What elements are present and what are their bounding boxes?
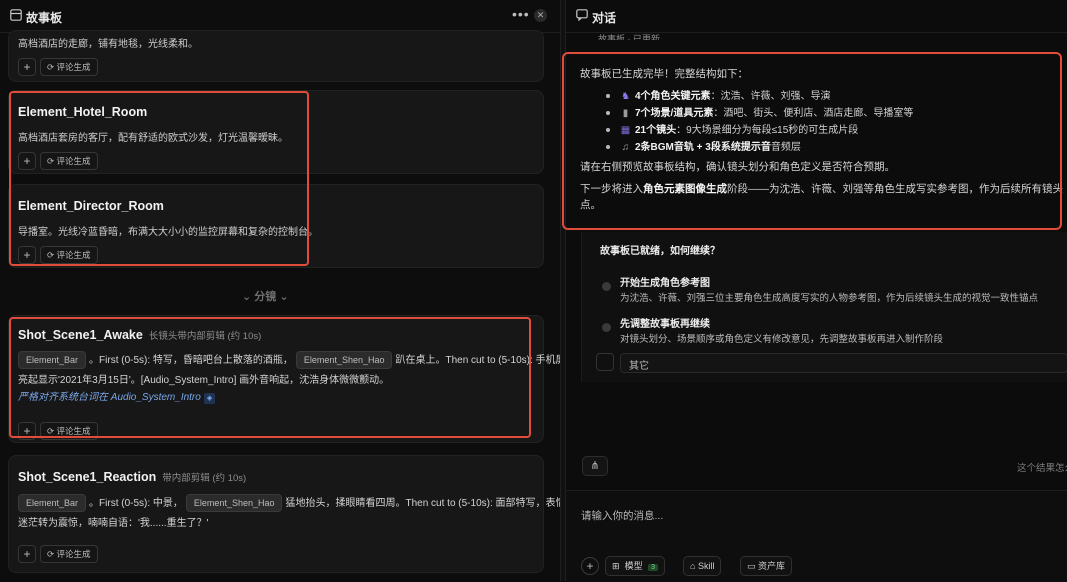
- model-badge: 3: [648, 564, 658, 571]
- element-chip[interactable]: Element_Bar: [18, 351, 87, 369]
- generate-button[interactable]: ⟳ 评论生成: [40, 545, 98, 563]
- shot-card-awake: Shot_Scene1_Awake 长镜头带内部剪辑 (约 10s) Elemen…: [8, 315, 576, 443]
- card-title: Element_Director_Room: [18, 199, 164, 213]
- music-icon: ♫: [621, 142, 630, 153]
- branch-icon[interactable]: ⋔: [582, 456, 608, 476]
- previous-message-fragment: 故事板 · 已更新: [598, 34, 660, 40]
- summary-bullet: ▦ 21个镜头：9大场景细分为每段≤15秒的可生成片段: [606, 121, 858, 136]
- assistant-message: 故事板已生成完毕！完整结构如下： ♞ 4个角色关键元素：沈浩、许薇、刘强、导演 ▮…: [564, 52, 1067, 230]
- element-chip[interactable]: Element_Shen_Hao: [295, 351, 393, 369]
- generate-button[interactable]: ⟳ 评论生成: [40, 422, 98, 440]
- folder-icon: ▭: [747, 561, 756, 571]
- add-attachment-icon[interactable]: +: [581, 557, 599, 575]
- add-icon[interactable]: +: [18, 246, 36, 264]
- shot-subtitle: 带内部剪辑 (约 10s): [162, 473, 247, 484]
- summary-bullet: ♞ 4个角色关键元素：沈浩、许薇、刘强、导演: [606, 87, 831, 102]
- shot-card-reaction: Shot_Scene1_Reaction 带内部剪辑 (约 10s) Elemen…: [8, 455, 576, 573]
- skill-button[interactable]: ⌂ Skill: [683, 556, 722, 576]
- option-generate-characters[interactable]: 开始生成角色参考图 为沈浩、许薇、刘强三位主要角色生成高度写实的人物参考图，作为…: [594, 270, 1067, 304]
- element-card-director-room: Element_Director_Room 导播室。光线冷蓝昏暗，布满大大小小的…: [8, 184, 544, 268]
- card-title: Element_Hotel_Room: [18, 105, 148, 119]
- add-icon[interactable]: +: [18, 545, 36, 563]
- element-card-hallway: 高档酒店的走廊，铺有地毯，光线柔和。 + ⟳ 评论生成: [8, 30, 544, 82]
- shot-description: Element_Bar 。First (0-5s): 中景， Element_She…: [18, 493, 576, 533]
- section-divider: ⌄ 分镜 ⌄: [242, 291, 289, 303]
- model-selector-button[interactable]: ⊞ 模型 3: [605, 556, 665, 576]
- add-icon[interactable]: +: [18, 422, 36, 440]
- other-option-input[interactable]: 其它: [620, 353, 1067, 373]
- shot-description: Element_Bar 。First (0-5s): 特写，昏暗吧台上散落的酒瓶，…: [18, 350, 576, 406]
- generate-button[interactable]: ⟳ 评论生成: [40, 152, 98, 170]
- message-input[interactable]: 请输入你的消息...: [581, 508, 663, 523]
- feedback-hint: 这个结果怎么: [1017, 463, 1067, 474]
- chat-title: 对话: [592, 11, 617, 25]
- element-card-hotel-room: Element_Hotel_Room 高档酒店套房的客厅，配有舒适的欧式沙发，灯…: [8, 90, 544, 174]
- option-radio-icon: [602, 323, 611, 332]
- message-composer: 请输入你的消息... + ⊞ 模型 3 ⌂ Skill ▭ 资产库: [566, 490, 1067, 582]
- skill-icon: ⌂: [690, 561, 696, 571]
- question-title: 故事板已就绪，如何继续？: [600, 246, 720, 257]
- followup-question-card: 故事板已就绪，如何继续？ 开始生成角色参考图 为沈浩、许薇、刘强三位主要角色生成…: [581, 232, 1067, 382]
- shot-title: Shot_Scene1_Reaction 带内部剪辑 (约 10s): [18, 470, 247, 484]
- shot-title: Shot_Scene1_Awake 长镜头带内部剪辑 (约 10s): [18, 328, 262, 342]
- summary-bullet: ▮ 7个场景/道具元素：酒吧、街头、便利店、酒店走廊、导播室等: [606, 104, 913, 119]
- close-icon[interactable]: ✕: [534, 9, 547, 22]
- message-intro: 故事板已生成完毕！完整结构如下：: [580, 68, 748, 80]
- option-radio-icon: [602, 282, 611, 291]
- person-icon: ♞: [621, 91, 630, 102]
- audio-badge-icon: ◈: [203, 393, 216, 404]
- sync-note: 严格对齐系统台词在 Audio_System_Intro ◈: [18, 390, 538, 406]
- other-checkbox[interactable]: [596, 353, 614, 371]
- option-adjust-storyboard[interactable]: 先调整故事板再继续 对镜头划分、场景顺序或角色定义有修改意见，先调整故事板再进入…: [594, 311, 1067, 345]
- generate-button[interactable]: ⟳ 评论生成: [40, 246, 98, 264]
- chat-icon: [576, 9, 588, 24]
- storyboard-header: 故事板 ••• ✕: [0, 0, 560, 33]
- message-paragraph: 请在右侧预览故事板结构，确认镜头划分和角色定义是否符合预期。: [580, 161, 895, 173]
- shot-subtitle: 长镜头带内部剪辑 (约 10s): [148, 331, 262, 342]
- message-paragraph: 下一步将进入角色元素图像生成阶段——为沈浩、许薇、刘强等角色生成写实参考图，作为…: [580, 183, 1063, 195]
- add-icon[interactable]: +: [18, 152, 36, 170]
- card-description: 导播室。光线冷蓝昏暗，布满大大小小的监控屏幕和复杂的控制台。: [18, 227, 318, 238]
- film-icon: ▦: [620, 125, 631, 136]
- more-horizontal-icon[interactable]: •••: [512, 6, 530, 22]
- element-chip[interactable]: Element_Bar: [18, 494, 87, 512]
- grid-icon: ⊞: [612, 561, 620, 571]
- storyboard-title: 故事板: [26, 11, 63, 25]
- generate-button[interactable]: ⟳ 评论生成: [40, 58, 98, 76]
- asset-library-button[interactable]: ▭ 资产库: [740, 556, 793, 576]
- chat-header: 对话: [566, 0, 1067, 33]
- summary-bullet: ♫ 2条BGM音轨 + 3段系统提示音音频层: [606, 138, 801, 153]
- card-description: 高档酒店的走廊，铺有地毯，光线柔和。: [18, 39, 198, 50]
- card-description: 高档酒店套房的客厅，配有舒适的欧式沙发，灯光温馨暧昧。: [18, 133, 288, 144]
- building-icon: ▮: [622, 108, 629, 119]
- storyboard-icon: [10, 9, 22, 24]
- element-chip[interactable]: Element_Shen_Hao: [185, 494, 283, 512]
- add-icon[interactable]: +: [18, 58, 36, 76]
